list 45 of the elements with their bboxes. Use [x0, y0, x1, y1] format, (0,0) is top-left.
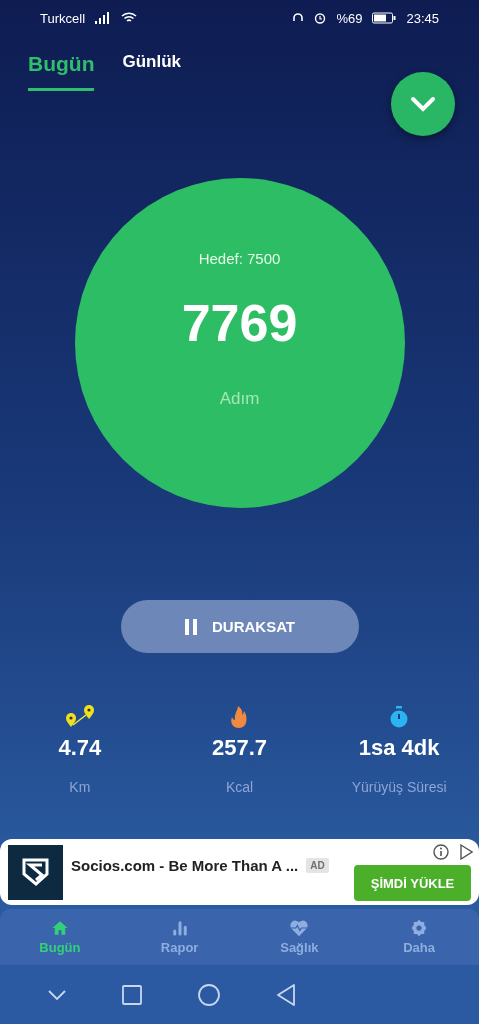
- carrier-name: Turkcell: [40, 10, 86, 26]
- expand-button[interactable]: [391, 72, 455, 136]
- headphones-icon: [292, 12, 305, 24]
- goal-label: Hedef: 7500: [198, 250, 281, 267]
- wifi-icon: [121, 12, 138, 24]
- nav-item[interactable]: Daha: [359, 909, 479, 965]
- chevron-down-icon: [410, 96, 436, 112]
- home-icon: [50, 919, 69, 937]
- ad-title: Socios.com - Be More Than A ...: [71, 856, 299, 874]
- pause-button[interactable]: DURAKSAT: [120, 600, 359, 653]
- bar-chart-icon: [170, 919, 189, 937]
- step-count: 7769: [181, 293, 298, 353]
- battery-percent: %69: [336, 10, 363, 26]
- clock: 23:45: [406, 10, 439, 26]
- stat-value: 4.74: [58, 735, 102, 761]
- stat-label: Yürüyüş Süresi: [351, 779, 447, 795]
- alarm-icon: [314, 12, 327, 24]
- nav-item[interactable]: Rapor: [119, 909, 240, 965]
- ad-banner[interactable]: Socios.com - Be More Than A ... AD ŞİMDİ YÜKLE: [0, 839, 479, 905]
- step-unit: Adım: [219, 389, 260, 409]
- ad-badge: AD: [306, 857, 329, 873]
- flame-icon: [229, 705, 250, 729]
- stat-label: Kcal: [225, 779, 254, 795]
- map-pins-icon: [63, 705, 96, 729]
- signal-icon: [95, 12, 112, 24]
- play-icon[interactable]: [459, 844, 473, 860]
- tab[interactable]: Günlük: [122, 52, 182, 87]
- gear-icon: [410, 919, 429, 937]
- back-icon[interactable]: [276, 983, 296, 1006]
- stat-label: Km: [69, 779, 91, 795]
- battery-icon: [372, 12, 397, 24]
- tab[interactable]: Bugün: [28, 52, 95, 91]
- info-icon[interactable]: [433, 844, 449, 860]
- pause-icon: [183, 618, 198, 635]
- install-button[interactable]: ŞİMDİ YÜKLE: [354, 865, 471, 901]
- stopwatch-icon: [389, 705, 410, 729]
- recents-icon[interactable]: [122, 984, 142, 1005]
- nav-item[interactable]: Sağlık: [239, 909, 360, 965]
- chevron-down-icon[interactable]: [48, 989, 66, 1000]
- home-circle-icon[interactable]: [198, 983, 220, 1006]
- heart-pulse-icon: [288, 919, 311, 937]
- nav-item[interactable]: Bugün: [0, 909, 120, 965]
- stat-value: 257.7: [211, 735, 267, 761]
- shield-logo-icon: [8, 844, 63, 900]
- stat-value: 1sa 4dk: [358, 735, 440, 761]
